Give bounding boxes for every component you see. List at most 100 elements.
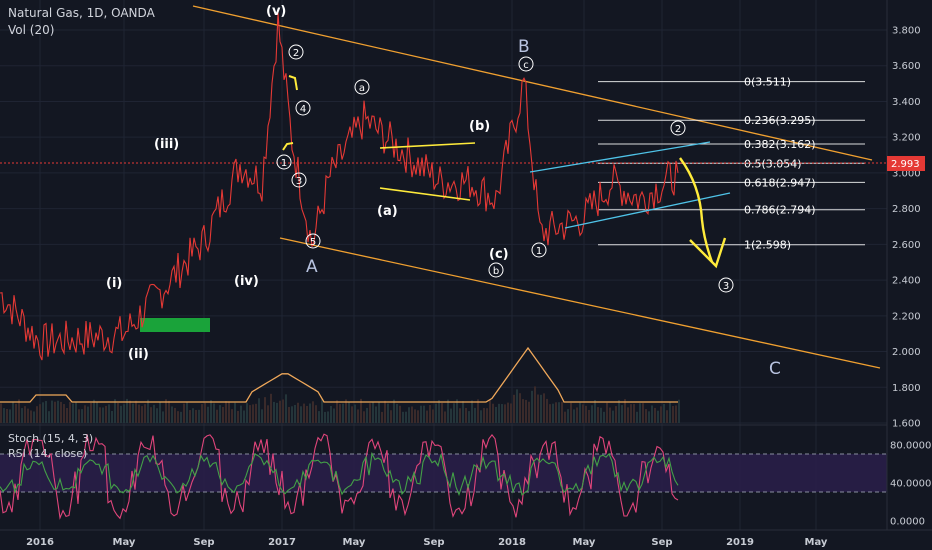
circled-label-text: a	[359, 83, 365, 94]
volume-bar	[291, 406, 293, 423]
volume-bar	[381, 411, 383, 423]
volume-bar	[567, 409, 569, 423]
time-tick-label: May	[343, 537, 366, 548]
symbol-title: Natural Gas, 1D, OANDA	[8, 6, 155, 20]
volume-bar	[420, 405, 422, 423]
volume-bar	[312, 401, 314, 423]
volume-bar	[237, 410, 239, 423]
volume-bar	[636, 411, 638, 423]
volume-bar	[366, 407, 368, 423]
volume-bar	[597, 407, 599, 423]
volume-bar	[120, 405, 122, 423]
volume-bar	[75, 402, 77, 423]
time-tick-label: 2019	[726, 537, 754, 548]
volume-bar	[399, 405, 401, 423]
volume-bar	[471, 400, 473, 423]
volume-bar	[642, 403, 644, 423]
volume-bar	[633, 404, 635, 423]
volume-bar	[543, 393, 545, 423]
wave-label-b: (b)	[469, 119, 490, 134]
volume-bar	[204, 402, 206, 423]
volume-bar	[87, 406, 89, 423]
volume-bar	[459, 408, 461, 423]
volume-bar	[318, 411, 320, 423]
price-tick-label: 3.800	[892, 26, 921, 37]
volume-bar	[72, 403, 74, 423]
volume-bar	[252, 404, 254, 423]
wave-label-iii: (iii)	[154, 137, 179, 152]
volume-bar	[525, 399, 527, 423]
volume-bar	[387, 403, 389, 423]
volume-bar	[99, 407, 101, 423]
volume-bar	[108, 404, 110, 423]
volume-bar	[531, 390, 533, 423]
circled-label-text: 2	[675, 124, 681, 135]
volume-bar	[21, 408, 23, 423]
volume-bar	[516, 389, 518, 423]
circled-label-text: 1	[281, 158, 287, 169]
volume-bar	[114, 399, 116, 423]
time-tick-label: Sep	[423, 537, 444, 548]
volume-bar	[39, 404, 41, 423]
volume-bar	[225, 401, 227, 423]
wave-label-i: (i)	[106, 276, 122, 291]
wedge-lower-line	[564, 192, 731, 229]
volume-bar	[303, 403, 305, 423]
volume-bar	[606, 402, 608, 423]
volume-bar	[30, 410, 32, 423]
volume-bar	[666, 410, 668, 423]
volume-bar	[282, 399, 284, 423]
volume-bar	[306, 405, 308, 423]
volume-bar	[624, 399, 626, 423]
volume-bar	[279, 400, 281, 423]
volume-bar	[576, 407, 578, 423]
volume-bar	[228, 401, 230, 423]
circled-label-text: 1	[536, 246, 542, 257]
volume-bar	[657, 410, 659, 423]
volume-bar	[201, 404, 203, 423]
volume-bar	[672, 405, 674, 423]
volume-bar	[540, 394, 542, 423]
stoch-indicator-label: Stoch (15, 4, 3)	[8, 432, 94, 445]
volume-bar	[150, 407, 152, 423]
volume-bar	[489, 399, 491, 423]
osc-tick-label: 0.0000	[890, 517, 925, 528]
volume-bar	[15, 403, 17, 423]
wave-label-c: (c)	[489, 247, 509, 262]
volume-bar	[159, 402, 161, 423]
volume-bar	[450, 408, 452, 423]
volume-bar	[447, 399, 449, 423]
volume-bar	[660, 406, 662, 423]
volume-bar	[222, 406, 224, 423]
volume-bar	[18, 399, 20, 423]
volume-bar	[42, 402, 44, 423]
volume-ma-line	[0, 346, 678, 403]
volume-bar	[288, 407, 290, 423]
volume-bar	[546, 398, 548, 423]
chart-canvas: 0(3.511) 0.236(3.295) 0.382(3.162) 0.5(3.05…	[0, 0, 932, 548]
price-tick-label: 1.600	[892, 419, 921, 430]
volume-bar	[354, 404, 356, 423]
volume-bar	[603, 411, 605, 423]
volume-bar	[627, 407, 629, 423]
volume-bar	[123, 404, 125, 423]
circled-label-text: c	[523, 60, 529, 71]
volume-bar	[255, 403, 257, 423]
volume-bar	[297, 402, 299, 423]
price-tick-label: 2.800	[892, 204, 921, 215]
volume-bar	[513, 394, 515, 423]
volume-bar	[609, 407, 611, 423]
volume-bar	[249, 405, 251, 423]
volume-bar	[78, 409, 80, 423]
price-tick-label: 2.200	[892, 311, 921, 322]
fib-level-label: 0.618(2.947)	[744, 176, 816, 189]
price-tick-label: 2.400	[892, 276, 921, 287]
volume-bar	[96, 402, 98, 423]
price-tick-label: 3.200	[892, 133, 921, 144]
volume-bar	[240, 405, 242, 423]
volume-bar	[234, 402, 236, 423]
volume-bar	[411, 406, 413, 423]
circled-label-text: 5	[310, 237, 316, 248]
volume-bar	[324, 411, 326, 423]
volume-bar	[417, 410, 419, 423]
